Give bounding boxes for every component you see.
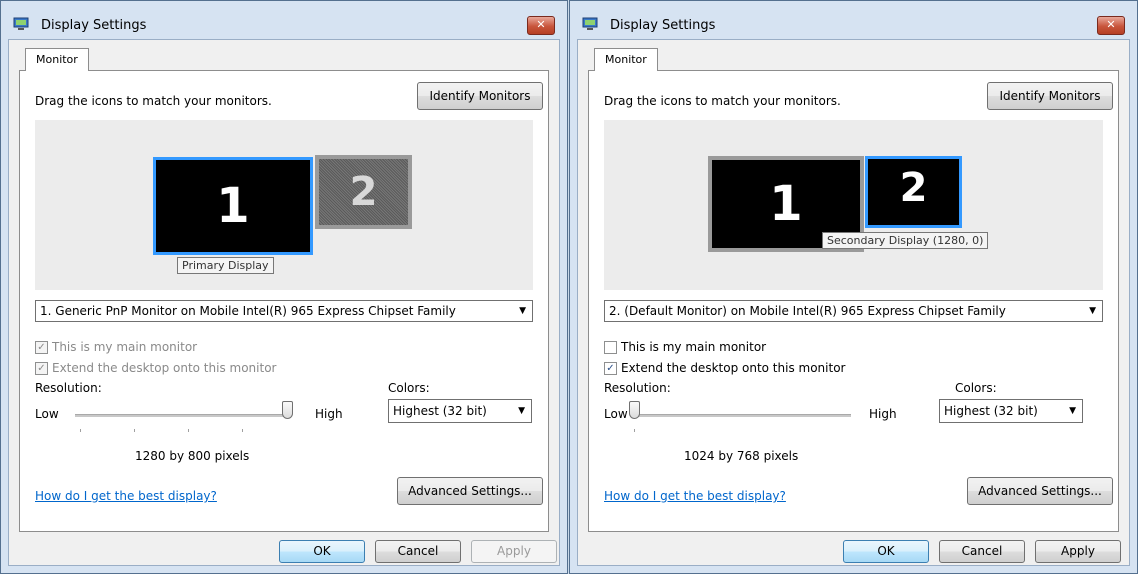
display-settings-icon: [582, 17, 598, 30]
monitor-tooltip: Secondary Display (1280, 0): [822, 232, 989, 249]
monitor-tab-panel: Drag the icons to match your monitors. I…: [588, 70, 1119, 532]
close-icon: ✕: [536, 18, 546, 31]
checkmark-icon: ✓: [35, 341, 48, 354]
title-bar[interactable]: Display Settings ✕: [570, 1, 1137, 39]
colors-select-value: Highest (32 bit): [944, 404, 1038, 418]
monitor-2-number: 2: [349, 169, 378, 215]
identify-monitors-button[interactable]: Identify Monitors: [987, 82, 1113, 110]
title-bar[interactable]: Display Settings ✕: [1, 1, 567, 39]
main-monitor-checkbox[interactable]: This is my main monitor: [604, 340, 766, 354]
slider-tick: [80, 429, 81, 432]
monitor-select[interactable]: 2. (Default Monitor) on Mobile Intel(R) …: [604, 300, 1103, 322]
chevron-down-icon: ▼: [518, 406, 525, 416]
monitor-select-value: 1. Generic PnP Monitor on Mobile Intel(R…: [40, 304, 456, 318]
extend-desktop-label: Extend the desktop onto this monitor: [52, 361, 277, 375]
window-title: Display Settings: [610, 18, 716, 33]
extend-desktop-label: Extend the desktop onto this monitor: [621, 361, 846, 375]
main-monitor-label: This is my main monitor: [52, 340, 198, 354]
colors-label: Colors:: [955, 381, 997, 395]
slider-tick: [242, 429, 243, 432]
resolution-readout: 1280 by 800 pixels: [135, 449, 250, 463]
cancel-button[interactable]: Cancel: [939, 540, 1025, 563]
chevron-down-icon: ▼: [1089, 306, 1096, 316]
close-button[interactable]: ✕: [527, 16, 555, 35]
monitor-2-icon[interactable]: 2: [865, 156, 962, 228]
chevron-down-icon: ▼: [1069, 406, 1076, 416]
monitor-arrangement-area[interactable]: 1 2 Secondary Display (1280, 0): [604, 120, 1103, 290]
resolution-slider-track[interactable]: [637, 414, 851, 417]
slider-low-label: Low: [35, 407, 59, 421]
checkmark-icon: ✓: [35, 362, 48, 375]
drag-instructions: Drag the icons to match your monitors.: [604, 94, 841, 108]
monitor-select-value: 2. (Default Monitor) on Mobile Intel(R) …: [609, 304, 1006, 318]
slider-tick: [134, 429, 135, 432]
resolution-slider-track[interactable]: [75, 414, 290, 417]
display-settings-icon: [13, 17, 29, 30]
main-monitor-label: This is my main monitor: [621, 340, 767, 354]
advanced-settings-button[interactable]: Advanced Settings...: [397, 477, 543, 505]
best-display-help-link[interactable]: How do I get the best display?: [604, 489, 786, 503]
ok-button[interactable]: OK: [279, 540, 365, 563]
monitor-1-number: 1: [216, 178, 250, 234]
extend-desktop-checkbox[interactable]: ✓ Extend the desktop onto this monitor: [604, 361, 845, 375]
display-settings-dialog-primary: Display Settings ✕ Monitor Drag the icon…: [0, 0, 568, 574]
resolution-slider-thumb[interactable]: [629, 401, 640, 419]
monitor-2-number: 2: [899, 165, 928, 211]
dialog-body: Monitor Drag the icons to match your mon…: [577, 39, 1130, 566]
colors-select[interactable]: Highest (32 bit) ▼: [939, 399, 1083, 423]
slider-tick: [634, 429, 635, 432]
cancel-button[interactable]: Cancel: [375, 540, 461, 563]
colors-select-value: Highest (32 bit): [393, 404, 487, 418]
extend-desktop-checkbox[interactable]: ✓ Extend the desktop onto this monitor: [35, 361, 276, 375]
colors-select[interactable]: Highest (32 bit) ▼: [388, 399, 532, 423]
main-monitor-checkbox[interactable]: ✓ This is my main monitor: [35, 340, 197, 354]
identify-monitors-button[interactable]: Identify Monitors: [417, 82, 543, 110]
resolution-label: Resolution:: [604, 381, 671, 395]
apply-button[interactable]: Apply: [1035, 540, 1121, 563]
checkmark-icon: ✓: [604, 362, 617, 375]
tab-monitor[interactable]: Monitor: [25, 48, 89, 71]
resolution-slider-thumb[interactable]: [282, 401, 293, 419]
best-display-help-link[interactable]: How do I get the best display?: [35, 489, 217, 503]
tab-monitor[interactable]: Monitor: [594, 48, 658, 71]
slider-high-label: High: [315, 407, 343, 421]
slider-high-label: High: [869, 407, 897, 421]
colors-label: Colors:: [388, 381, 430, 395]
ok-button[interactable]: OK: [843, 540, 929, 563]
resolution-label: Resolution:: [35, 381, 102, 395]
slider-tick: [188, 429, 189, 432]
advanced-settings-button[interactable]: Advanced Settings...: [967, 477, 1113, 505]
apply-button[interactable]: Apply: [471, 540, 557, 563]
monitor-arrangement-area[interactable]: 1 2 Primary Display: [35, 120, 533, 290]
monitor-2-icon[interactable]: 2: [315, 155, 412, 229]
display-settings-dialog-secondary: Display Settings ✕ Monitor Drag the icon…: [569, 0, 1138, 574]
close-icon: ✕: [1106, 18, 1116, 31]
close-button[interactable]: ✕: [1097, 16, 1125, 35]
slider-low-label: Low: [604, 407, 628, 421]
checkbox-empty: [604, 341, 617, 354]
monitor-select[interactable]: 1. Generic PnP Monitor on Mobile Intel(R…: [35, 300, 533, 322]
dialog-body: Monitor Drag the icons to match your mon…: [8, 39, 560, 566]
chevron-down-icon: ▼: [519, 306, 526, 316]
window-title: Display Settings: [41, 18, 147, 33]
monitor-1-icon[interactable]: 1: [153, 157, 313, 255]
monitor-tab-panel: Drag the icons to match your monitors. I…: [19, 70, 549, 532]
monitor-tooltip: Primary Display: [177, 257, 274, 274]
resolution-readout: 1024 by 768 pixels: [684, 449, 799, 463]
drag-instructions: Drag the icons to match your monitors.: [35, 94, 272, 108]
